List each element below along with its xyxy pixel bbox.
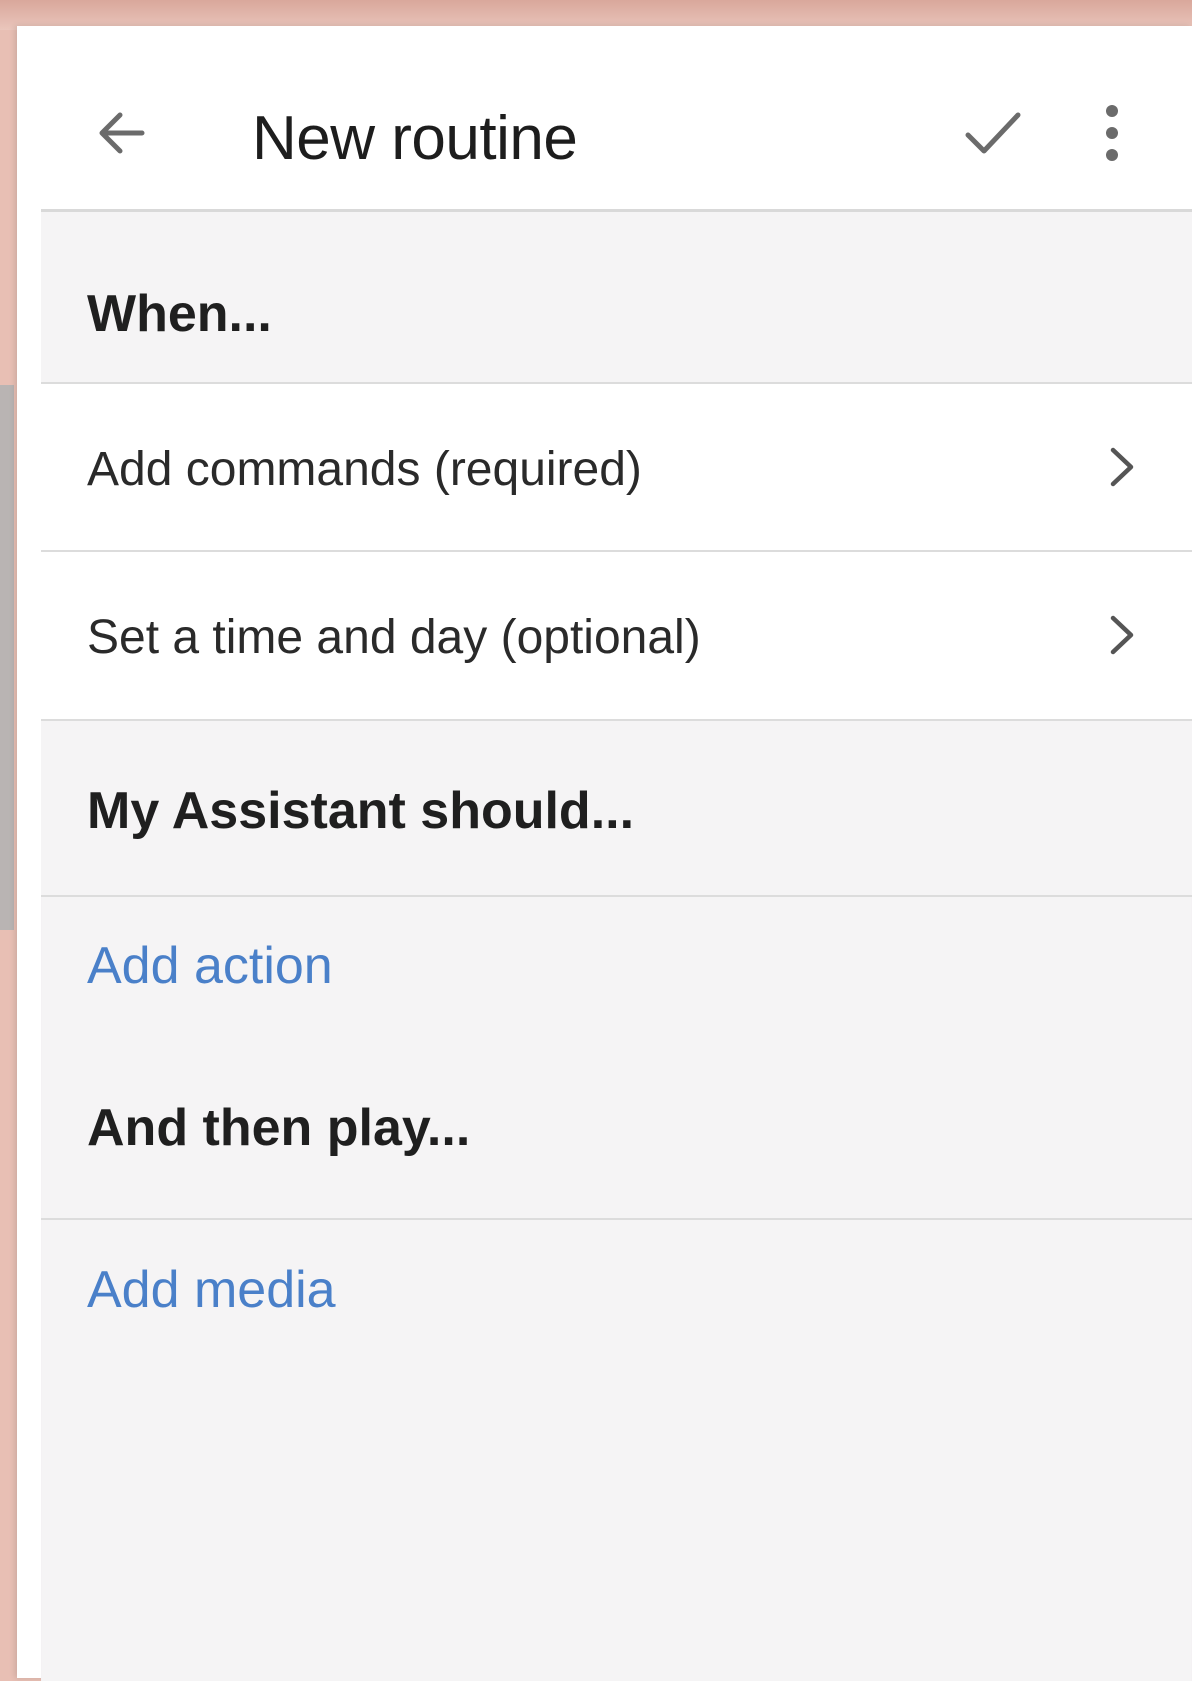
more-options-button[interactable] — [1082, 88, 1142, 178]
app-bar: New routine — [17, 26, 1192, 209]
page-title: New routine — [252, 104, 578, 173]
app-screen: New routine When... Add commands (requir… — [17, 26, 1192, 1681]
more-vert-icon — [1106, 105, 1118, 161]
media-header-text: And then play... — [87, 1099, 471, 1157]
add-media-link[interactable]: Add media — [87, 1264, 336, 1316]
add-commands-row[interactable]: Add commands (required) — [41, 384, 1192, 550]
check-icon — [965, 112, 1021, 154]
divider — [41, 895, 1192, 897]
set-time-label: Set a time and day (optional) — [87, 611, 701, 664]
back-button[interactable] — [77, 88, 167, 178]
set-time-row[interactable]: Set a time and day (optional) — [41, 552, 1192, 719]
add-action-link[interactable]: Add action — [87, 940, 333, 992]
save-button[interactable] — [947, 88, 1037, 178]
assistant-header-text: My Assistant should... — [87, 782, 635, 840]
arrow-back-icon — [99, 112, 145, 154]
routine-editor: When... Add commands (required) Set a ti… — [41, 209, 1192, 1681]
chevron-right-icon — [1110, 447, 1134, 487]
divider — [41, 1218, 1192, 1220]
chevron-right-icon — [1110, 615, 1134, 655]
when-header-text: When... — [87, 285, 272, 343]
assistant-section-header: My Assistant should... — [41, 721, 1192, 895]
when-section-header: When... — [41, 212, 1192, 382]
background-left-edge — [0, 385, 14, 930]
add-commands-label: Add commands (required) — [87, 443, 642, 496]
